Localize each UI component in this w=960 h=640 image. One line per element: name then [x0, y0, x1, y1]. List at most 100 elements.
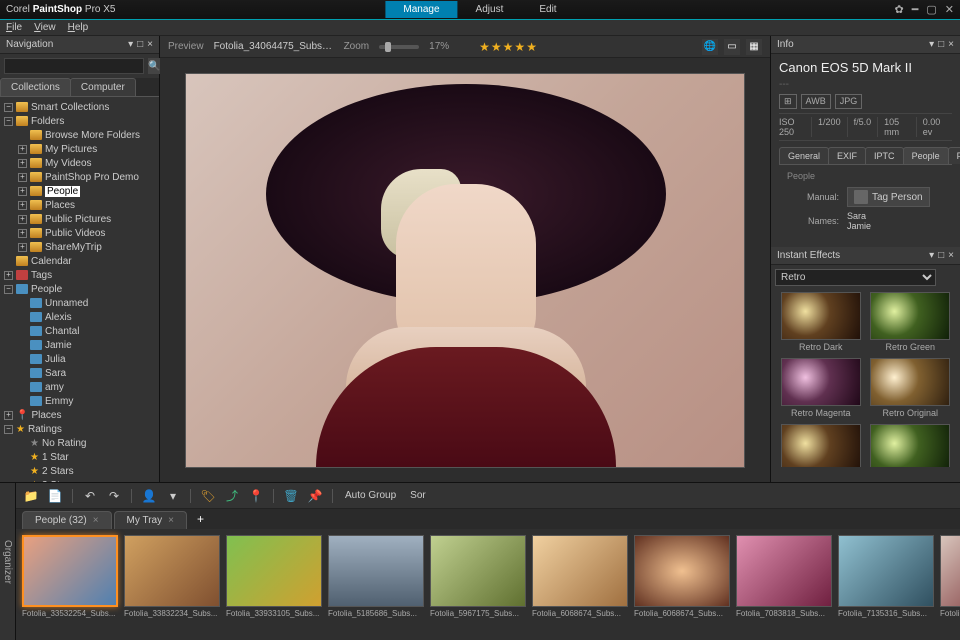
- search-icon[interactable]: 🔍: [148, 58, 160, 74]
- expand-icon[interactable]: −: [4, 103, 13, 112]
- settings-icon[interactable]: ✿: [895, 3, 904, 16]
- tag-icon[interactable]: 🏷: [199, 487, 217, 505]
- effect-thumb[interactable]: [870, 424, 950, 467]
- document-icon[interactable]: 📄: [46, 487, 64, 505]
- nav-tab-computer[interactable]: Computer: [70, 78, 136, 96]
- thumbnail[interactable]: Fotolia_6068674_Subs...: [634, 535, 730, 634]
- main-tab-manage[interactable]: Manage: [385, 1, 457, 18]
- effect-thumb[interactable]: [781, 424, 861, 467]
- tree-node[interactable]: +My Videos: [4, 156, 155, 170]
- effect-thumb[interactable]: [781, 292, 861, 340]
- thumbnail[interactable]: Fotolia_33532254_Subs...: [22, 535, 118, 634]
- tree-node[interactable]: −Folders: [4, 114, 155, 128]
- thumbnail[interactable]: Fotolia_7135316_Subs...: [838, 535, 934, 634]
- menu-file[interactable]: File: [6, 22, 22, 33]
- info-tab-people[interactable]: People: [903, 147, 949, 164]
- maximize-icon[interactable]: ▢: [926, 3, 936, 16]
- expand-icon[interactable]: −: [4, 425, 13, 434]
- expand-icon[interactable]: +: [18, 159, 27, 168]
- organizer-side-tab[interactable]: Organizer: [0, 483, 16, 640]
- info-tab-general[interactable]: General: [779, 147, 829, 164]
- globe-icon[interactable]: 🌐: [702, 39, 718, 55]
- effect-thumb[interactable]: [781, 358, 861, 406]
- rating-stars[interactable]: ★★★★★: [479, 40, 538, 54]
- tree-node[interactable]: ★1 Star: [4, 450, 155, 464]
- share-icon[interactable]: ⤴: [223, 487, 241, 505]
- tree-node[interactable]: +Public Pictures: [4, 212, 155, 226]
- effect-thumb[interactable]: [870, 292, 950, 340]
- panel-menu-icon[interactable]: ▾: [929, 250, 934, 261]
- expand-icon[interactable]: +: [18, 187, 27, 196]
- thumbnail[interactable]: Fotolia_7083818_Subs...: [736, 535, 832, 634]
- main-tab-adjust[interactable]: Adjust: [458, 1, 522, 18]
- expand-icon[interactable]: +: [18, 243, 27, 252]
- tree-node[interactable]: −People: [4, 282, 155, 296]
- tree-node[interactable]: Sara: [4, 366, 155, 380]
- rotate-right-icon[interactable]: ↷: [105, 487, 123, 505]
- effect-item[interactable]: Retro Process1: [779, 424, 863, 467]
- person-name[interactable]: Sara: [847, 211, 871, 221]
- effect-thumb[interactable]: [870, 358, 950, 406]
- tree-node[interactable]: Calendar: [4, 254, 155, 268]
- close-tab-icon[interactable]: ×: [168, 515, 174, 526]
- expand-icon[interactable]: −: [4, 117, 13, 126]
- tree-node[interactable]: Jamie: [4, 338, 155, 352]
- person-icon[interactable]: 👤: [140, 487, 158, 505]
- panel-pin-icon[interactable]: □: [938, 250, 944, 261]
- effect-item[interactable]: Retro Original: [869, 358, 953, 418]
- rotate-left-icon[interactable]: ↶: [81, 487, 99, 505]
- tree-node[interactable]: Browse More Folders: [4, 128, 155, 142]
- auto-group-button[interactable]: Auto Group: [341, 490, 400, 501]
- tree-node[interactable]: Chantal: [4, 324, 155, 338]
- tree-node[interactable]: +People: [4, 184, 155, 198]
- location-icon[interactable]: 📌: [306, 487, 324, 505]
- nav-tab-collections[interactable]: Collections: [0, 78, 71, 96]
- thumbnail[interactable]: Fotolia_6068674_Subs...: [532, 535, 628, 634]
- tree-node[interactable]: +ShareMyTrip: [4, 240, 155, 254]
- tree-node[interactable]: −★Ratings: [4, 422, 155, 436]
- expand-icon[interactable]: −: [4, 285, 13, 294]
- info-tab-exif[interactable]: EXIF: [828, 147, 866, 164]
- zoom-knob[interactable]: [385, 42, 391, 52]
- expand-icon[interactable]: +: [4, 271, 13, 280]
- person-name[interactable]: Jamie: [847, 221, 871, 231]
- panel-menu-icon[interactable]: ▾: [128, 39, 133, 50]
- search-input[interactable]: [4, 58, 144, 74]
- close-icon[interactable]: ✕: [945, 3, 954, 16]
- delete-icon[interactable]: 🗑: [282, 487, 300, 505]
- panel-close-icon[interactable]: ×: [948, 250, 954, 261]
- chevron-down-icon[interactable]: ▾: [164, 487, 182, 505]
- thumbnail[interactable]: Fotolia_33832234_Subs...: [124, 535, 220, 634]
- grid-view-icon[interactable]: ▦: [746, 39, 762, 55]
- close-tab-icon[interactable]: ×: [93, 515, 99, 526]
- thumbnail[interactable]: Fotolia_33933105_Subs...: [226, 535, 322, 634]
- thumbnail[interactable]: Fotolia_5185686_Subs...: [328, 535, 424, 634]
- panel-pin-icon[interactable]: □: [938, 39, 944, 50]
- expand-icon[interactable]: +: [4, 411, 13, 420]
- organizer-tab[interactable]: People (32)×: [22, 511, 112, 529]
- effect-item[interactable]: Retro Magenta: [779, 358, 863, 418]
- expand-icon[interactable]: +: [18, 215, 27, 224]
- tree-node[interactable]: +Tags: [4, 268, 155, 282]
- single-view-icon[interactable]: ▭: [724, 39, 740, 55]
- expand-icon[interactable]: +: [18, 201, 27, 210]
- zoom-slider[interactable]: [379, 45, 419, 49]
- expand-icon[interactable]: +: [18, 145, 27, 154]
- tree-node[interactable]: Unnamed: [4, 296, 155, 310]
- tree-node[interactable]: −Smart Collections: [4, 100, 155, 114]
- info-tab-places[interactable]: Places: [948, 147, 960, 164]
- tree-node[interactable]: ★3 Stars: [4, 478, 155, 482]
- tree-node[interactable]: amy: [4, 380, 155, 394]
- tree-node[interactable]: Emmy: [4, 394, 155, 408]
- panel-close-icon[interactable]: ×: [948, 39, 954, 50]
- tree-node[interactable]: Alexis: [4, 310, 155, 324]
- minimize-icon[interactable]: ━: [912, 3, 919, 16]
- tree-node[interactable]: +My Pictures: [4, 142, 155, 156]
- tree-node[interactable]: +Places: [4, 198, 155, 212]
- tree-node[interactable]: ★No Rating: [4, 436, 155, 450]
- effect-item[interactable]: Retro Dark: [779, 292, 863, 352]
- thumbnail[interactable]: Fotolia_5967175_Subs...: [430, 535, 526, 634]
- sort-button[interactable]: Sor: [406, 490, 430, 501]
- expand-icon[interactable]: +: [18, 229, 27, 238]
- expand-icon[interactable]: +: [18, 173, 27, 182]
